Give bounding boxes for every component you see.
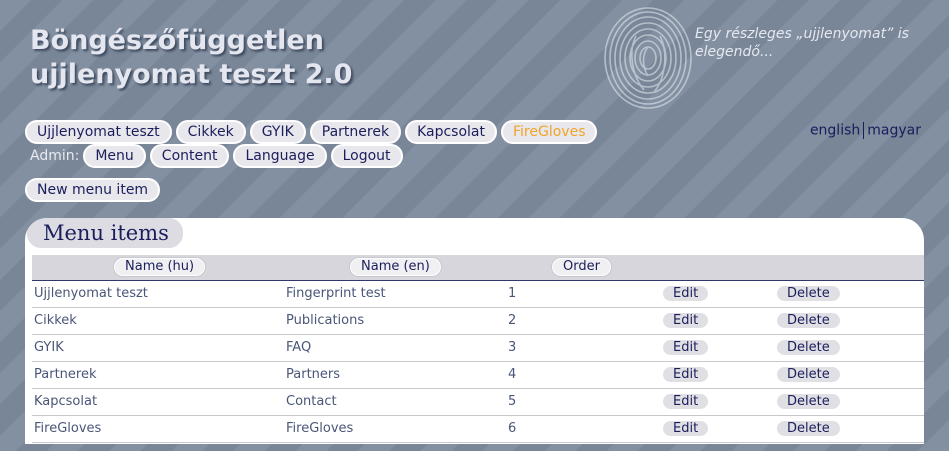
main-nav: Ujjlenyomat teszt Cikkek GYIK Partnerek Kapc…: [25, 120, 601, 144]
edit-button[interactable]: Edit: [663, 394, 709, 409]
delete-button[interactable]: Delete: [777, 286, 840, 301]
nav-item-firegloves[interactable]: FireGloves: [501, 120, 598, 144]
admin-label: Admin:: [30, 148, 80, 164]
table-row: Ujjlenyomat teszt Fingerprint test 1 Edit De…: [32, 281, 924, 308]
edit-button[interactable]: Edit: [663, 313, 709, 328]
column-header-name-hu[interactable]: Name (hu): [114, 258, 206, 276]
admin-item-language[interactable]: Language: [233, 144, 327, 168]
cell-name-en: FAQ: [286, 340, 312, 355]
nav-item-kapcsolat[interactable]: Kapcsolat: [405, 120, 497, 144]
new-menu-item-button[interactable]: New menu item: [25, 178, 161, 202]
language-separator: [863, 122, 865, 139]
cell-name-hu: GYIK: [34, 340, 64, 355]
table-row: GYIK FAQ 3 Edit Delete: [32, 335, 924, 362]
delete-button[interactable]: Delete: [777, 313, 840, 328]
delete-button[interactable]: Delete: [777, 394, 840, 409]
site-title-line-2: ujjlenyomat teszt 2.0: [30, 59, 353, 90]
edit-button[interactable]: Edit: [663, 340, 709, 355]
site-title-line-1: Böngészőfüggetlen: [30, 25, 324, 56]
edit-button[interactable]: Edit: [663, 286, 709, 301]
nav-item-cikkek[interactable]: Cikkek: [175, 120, 246, 144]
edit-button[interactable]: Edit: [663, 367, 709, 382]
admin-nav: Admin: Menu Content Language Logout: [30, 144, 407, 168]
cell-order: 3: [508, 340, 517, 355]
edit-button[interactable]: Edit: [663, 421, 709, 436]
cell-name-en: Fingerprint test: [286, 286, 386, 301]
cell-name-hu: Kapcsolat: [34, 394, 98, 409]
delete-button[interactable]: Delete: [777, 367, 840, 382]
cell-name-en: Publications: [286, 313, 365, 328]
nav-item-ujjlenyomat-teszt[interactable]: Ujjlenyomat teszt: [25, 120, 172, 144]
cell-name-hu: FireGloves: [34, 421, 102, 436]
column-header-name-en[interactable]: Name (en): [350, 258, 441, 276]
cell-order: 2: [508, 313, 517, 328]
menu-items-table: Name (hu) Name (en) Order Ujjlenyomat te…: [32, 255, 924, 443]
cell-name-en: Contact: [286, 394, 337, 409]
language-magyar-link[interactable]: magyar: [867, 123, 921, 139]
table-row: Kapcsolat Contact 5 Edit Delete: [32, 389, 924, 416]
delete-button[interactable]: Delete: [777, 340, 840, 355]
cell-order: 1: [508, 286, 517, 301]
nav-item-gyik[interactable]: GYIK: [249, 120, 306, 144]
nav-item-partnerek[interactable]: Partnerek: [309, 120, 402, 144]
cell-name-hu: Cikkek: [34, 313, 77, 328]
admin-item-logout[interactable]: Logout: [330, 144, 403, 168]
delete-button[interactable]: Delete: [777, 421, 840, 436]
language-switcher: english magyar: [810, 122, 921, 139]
cell-order: 6: [508, 421, 517, 436]
panel-title: Menu items: [25, 218, 185, 250]
cell-name-hu: Ujjlenyomat teszt: [34, 286, 148, 301]
admin-item-content[interactable]: Content: [149, 144, 230, 168]
cell-name-en: Partners: [286, 367, 341, 382]
fingerprint-icon: [604, 7, 692, 109]
cell-name-hu: Partnerek: [34, 367, 97, 382]
cell-name-en: FireGloves: [286, 421, 354, 436]
table-row: Partnerek Partners 4 Edit Delete: [32, 362, 924, 389]
site-tagline: Egy részleges „ujjlenyomat” is elegendő.…: [695, 26, 909, 60]
column-header-order[interactable]: Order: [552, 258, 611, 276]
site-title: Böngészőfüggetlen ujjlenyomat teszt 2.0: [30, 24, 352, 92]
table-row: Cikkek Publications 2 Edit Delete: [32, 308, 924, 335]
menu-items-panel: Menu items Name (hu) Name (en) Order Ujj…: [25, 218, 924, 444]
cell-order: 4: [508, 367, 517, 382]
language-english-link[interactable]: english: [810, 123, 860, 139]
cell-order: 5: [508, 394, 517, 409]
admin-item-menu[interactable]: Menu: [83, 144, 146, 168]
table-header: Name (hu) Name (en) Order: [32, 255, 924, 281]
table-row: FireGloves FireGloves 6 Edit Delete: [32, 416, 924, 443]
table-body: Ujjlenyomat teszt Fingerprint test 1 Edit De…: [32, 281, 924, 443]
